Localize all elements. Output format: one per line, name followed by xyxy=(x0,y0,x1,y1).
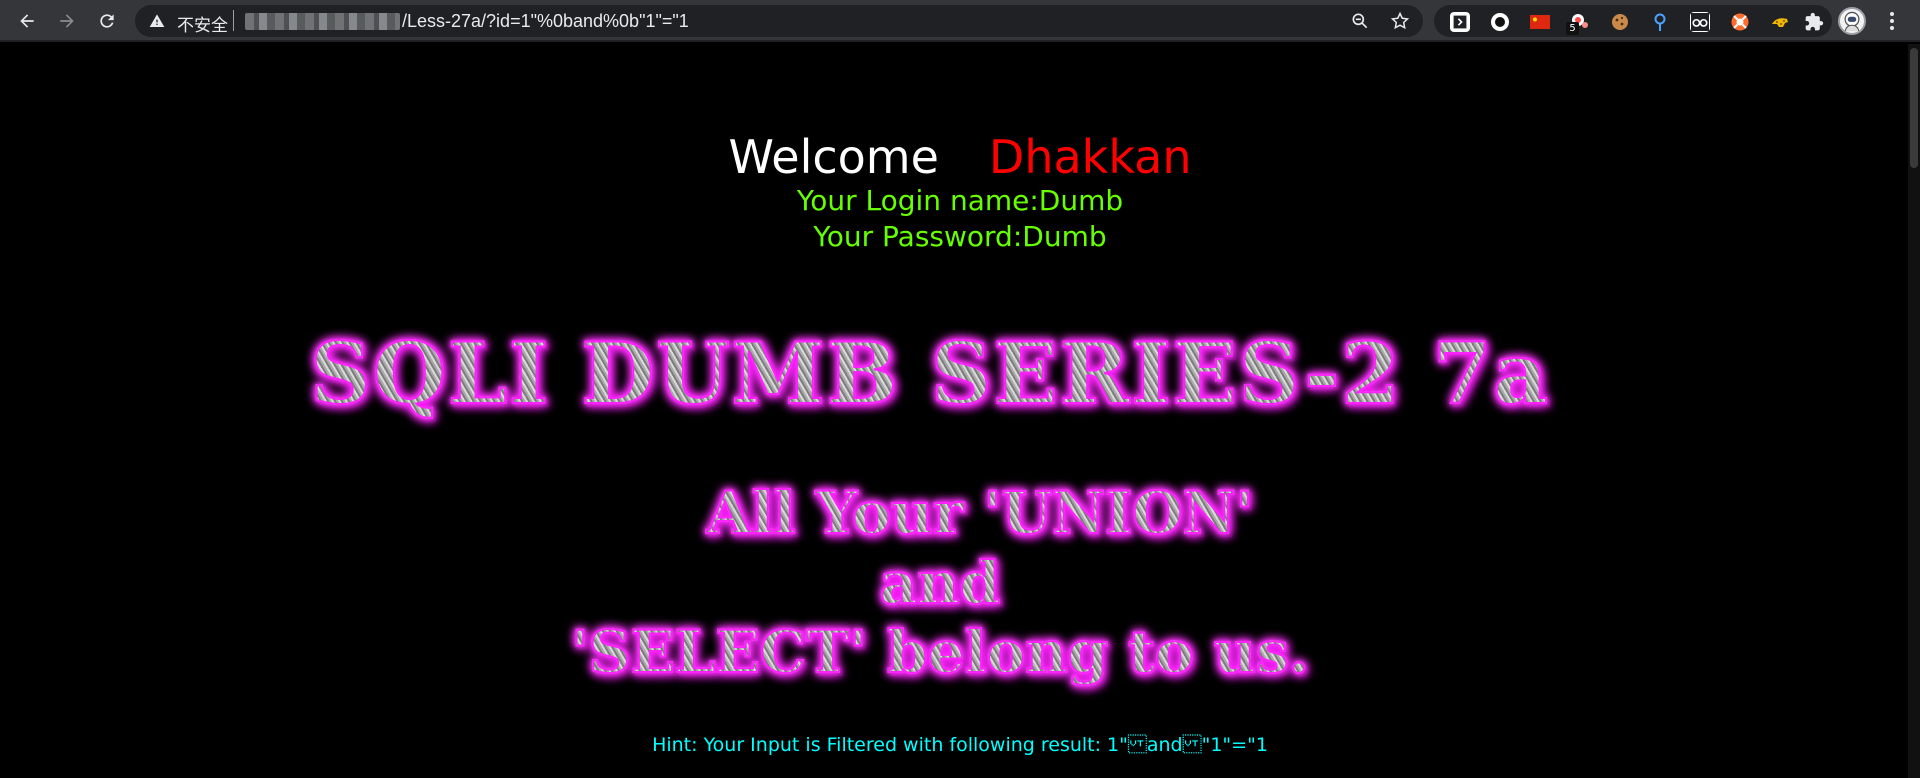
record-circle-icon[interactable] xyxy=(1490,12,1510,32)
cheetah-icon[interactable] xyxy=(1770,12,1790,32)
login-name-text: Your Login name:Dumb xyxy=(796,184,1124,217)
location-pin-icon[interactable] xyxy=(1650,12,1670,32)
forward-button[interactable] xyxy=(52,6,82,36)
blurred-host xyxy=(245,13,400,30)
browser-toolbar: 不安全 /Less-27a/?id=1"%0band%0b"1"="1 5 xyxy=(0,0,1920,42)
china-flag-icon[interactable] xyxy=(1530,12,1550,32)
series-title: SQLI DUMB SERIES-2 7a xyxy=(0,323,1890,424)
welcome-line: Welcome Dhakkan xyxy=(0,130,1920,184)
arrow-left-icon xyxy=(20,14,34,28)
back-button[interactable] xyxy=(12,6,42,36)
scrollbar-thumb[interactable] xyxy=(1910,48,1918,168)
slogan-line-3: 'SELECT' belong to us. xyxy=(0,617,1900,687)
welcome-text: Welcome xyxy=(728,130,939,184)
glasses-icon[interactable] xyxy=(1690,12,1710,32)
extensions-tray xyxy=(1434,5,1832,37)
warning-triangle-icon xyxy=(149,14,165,27)
puzzle-icon[interactable] xyxy=(1804,12,1824,32)
extension-badge: 5 xyxy=(1566,22,1579,35)
slogan-line-2: and xyxy=(0,548,1900,618)
lifebuoy-icon[interactable] xyxy=(1730,12,1750,32)
kebab-menu-icon[interactable] xyxy=(1880,9,1904,33)
reload-icon xyxy=(100,14,114,28)
hint-value: 1" and "1"="1 xyxy=(1107,734,1268,756)
cookie-icon[interactable] xyxy=(1610,12,1630,32)
sidebar-panel-icon[interactable] xyxy=(1450,12,1470,32)
profile-avatar[interactable] xyxy=(1838,7,1866,35)
url-text[interactable]: /Less-27a/?id=1"%0band%0b"1"="1 xyxy=(402,11,689,32)
star-icon[interactable] xyxy=(1390,11,1410,31)
slogan-line-1: All Your 'UNION' xyxy=(20,478,1920,548)
security-status[interactable]: 不安全 xyxy=(177,11,228,36)
hint-label: Hint: Your Input is Filtered with follow… xyxy=(652,734,1102,756)
page-content: Welcome Dhakkan Your Login name:Dumb Your… xyxy=(0,44,1920,778)
zoom-icon[interactable] xyxy=(1350,11,1370,31)
reload-button[interactable] xyxy=(92,6,122,36)
arrow-right-icon xyxy=(60,14,74,28)
filter-hint: Hint: Your Input is Filtered with follow… xyxy=(0,734,1920,756)
username-text: Dhakkan xyxy=(988,130,1192,184)
divider xyxy=(233,10,234,31)
password-text: Your Password:Dumb xyxy=(813,220,1107,253)
address-bar[interactable]: 不安全 /Less-27a/?id=1"%0band%0b"1"="1 xyxy=(135,5,1423,37)
astronaut-icon xyxy=(1844,11,1860,32)
page-scrollbar[interactable] xyxy=(1908,44,1920,778)
